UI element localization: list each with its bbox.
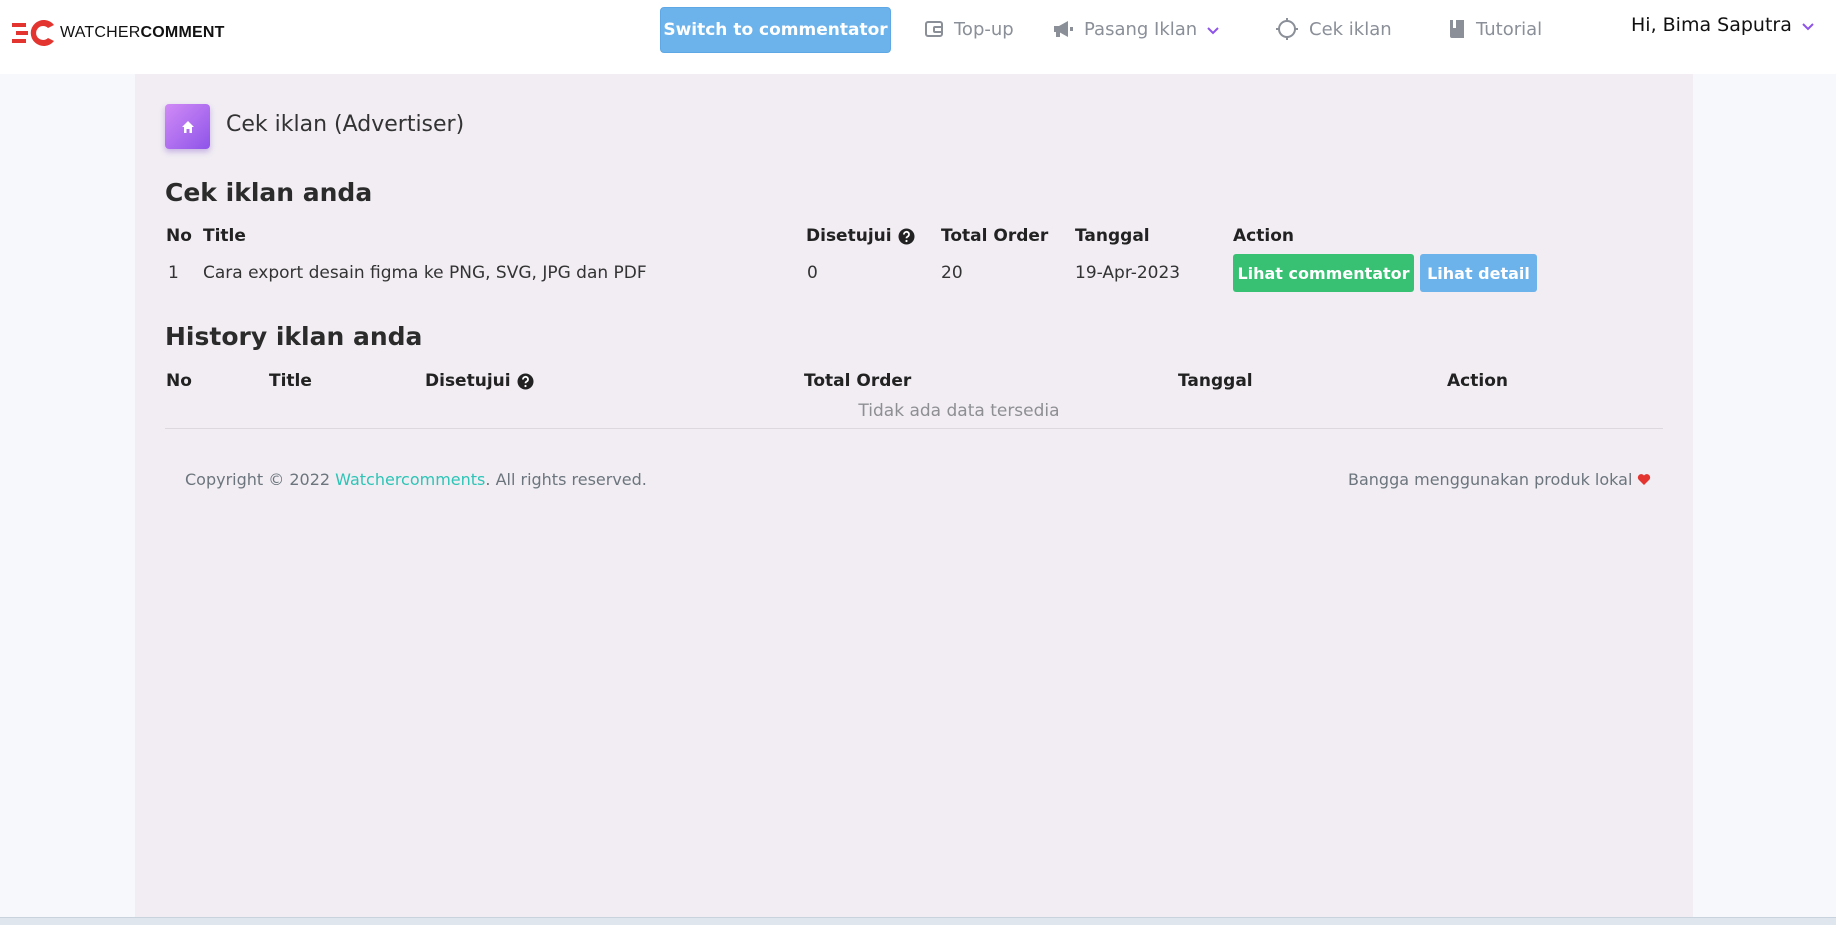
wallet-icon — [924, 19, 944, 39]
history-heading: History iklan anda — [165, 322, 423, 351]
logo-text: WATCHERCOMMENT — [60, 24, 225, 42]
active-ads-heading: Cek iklan anda — [165, 178, 373, 207]
home-icon[interactable] — [165, 104, 210, 149]
empty-state-text: Tidak ada data tersedia — [858, 401, 1060, 421]
history-col-date: Tanggal — [1178, 371, 1253, 391]
nav-pasang-iklan-label: Pasang Iklan — [1084, 18, 1198, 40]
footer-tagline: Bangga menggunakan produk lokal — [1348, 470, 1651, 489]
chevron-down-icon — [1802, 14, 1814, 36]
history-col-total-order: Total Order — [804, 371, 912, 391]
row-title: Cara export desain figma ke PNG, SVG, JP… — [203, 263, 647, 283]
nav-cek-iklan-label: Cek iklan — [1309, 18, 1392, 40]
footer-brand-link[interactable]: Watchercomments — [335, 470, 485, 489]
history-col-approved-label: Disetujui — [425, 371, 511, 391]
row-total-order: 20 — [941, 263, 963, 283]
nav-cek-iklan[interactable]: Cek iklan — [1275, 16, 1392, 42]
col-title: Title — [203, 226, 246, 246]
nav-topup[interactable]: Top-up — [924, 16, 1014, 42]
nav-pasang-iklan[interactable]: Pasang Iklan — [1052, 16, 1219, 42]
footer-copyright: Copyright © 2022 Watchercomments. All ri… — [185, 470, 647, 489]
question-circle-icon[interactable] — [898, 228, 915, 245]
question-circle-icon[interactable] — [517, 373, 534, 390]
user-menu[interactable]: Hi, Bima Saputra — [1631, 14, 1814, 36]
logo-suffix: COMMENT — [140, 24, 225, 41]
view-detail-button[interactable]: Lihat detail — [1420, 254, 1537, 292]
nav-topup-label: Top-up — [954, 18, 1014, 40]
logo-c-icon — [12, 18, 58, 48]
history-col-title: Title — [269, 371, 312, 391]
col-approved-label: Disetujui — [806, 226, 892, 246]
view-commentator-button[interactable]: Lihat commentator — [1233, 254, 1414, 292]
main-content: Cek iklan (Advertiser) Cek iklan anda No… — [135, 74, 1693, 919]
page-title: Cek iklan (Advertiser) — [226, 112, 465, 137]
col-no: No — [166, 226, 192, 246]
top-navbar: WATCHERCOMMENT Switch to commentator Top… — [0, 0, 1836, 74]
copyright-suffix: . All rights reserved. — [485, 470, 647, 489]
footer-tagline-text: Bangga menggunakan produk lokal — [1348, 470, 1633, 489]
row-date: 19-Apr-2023 — [1075, 263, 1181, 283]
logo-prefix: WATCHER — [60, 24, 141, 41]
chevron-down-icon — [1207, 19, 1219, 40]
nav-tutorial-label: Tutorial — [1476, 18, 1543, 40]
brand-logo[interactable]: WATCHERCOMMENT — [12, 18, 225, 48]
history-col-no: No — [166, 371, 192, 391]
megaphone-icon — [1052, 19, 1074, 39]
col-total-order: Total Order — [941, 226, 1049, 246]
crosshair-icon — [1275, 17, 1299, 41]
col-approved: Disetujui — [806, 226, 915, 246]
history-col-approved: Disetujui — [425, 371, 534, 391]
window-bottom-edge — [0, 917, 1836, 925]
row-approved: 0 — [807, 263, 818, 283]
switch-to-commentator-button[interactable]: Switch to commentator — [660, 7, 891, 53]
book-icon — [1448, 18, 1466, 40]
heart-icon — [1637, 473, 1651, 486]
col-action: Action — [1233, 226, 1294, 246]
history-col-action: Action — [1447, 371, 1508, 391]
col-date: Tanggal — [1075, 226, 1150, 246]
copyright-prefix: Copyright © 2022 — [185, 470, 336, 489]
nav-tutorial[interactable]: Tutorial — [1448, 16, 1542, 42]
row-no: 1 — [168, 263, 179, 283]
table-divider — [165, 428, 1663, 429]
user-greeting: Hi, Bima Saputra — [1631, 14, 1792, 36]
